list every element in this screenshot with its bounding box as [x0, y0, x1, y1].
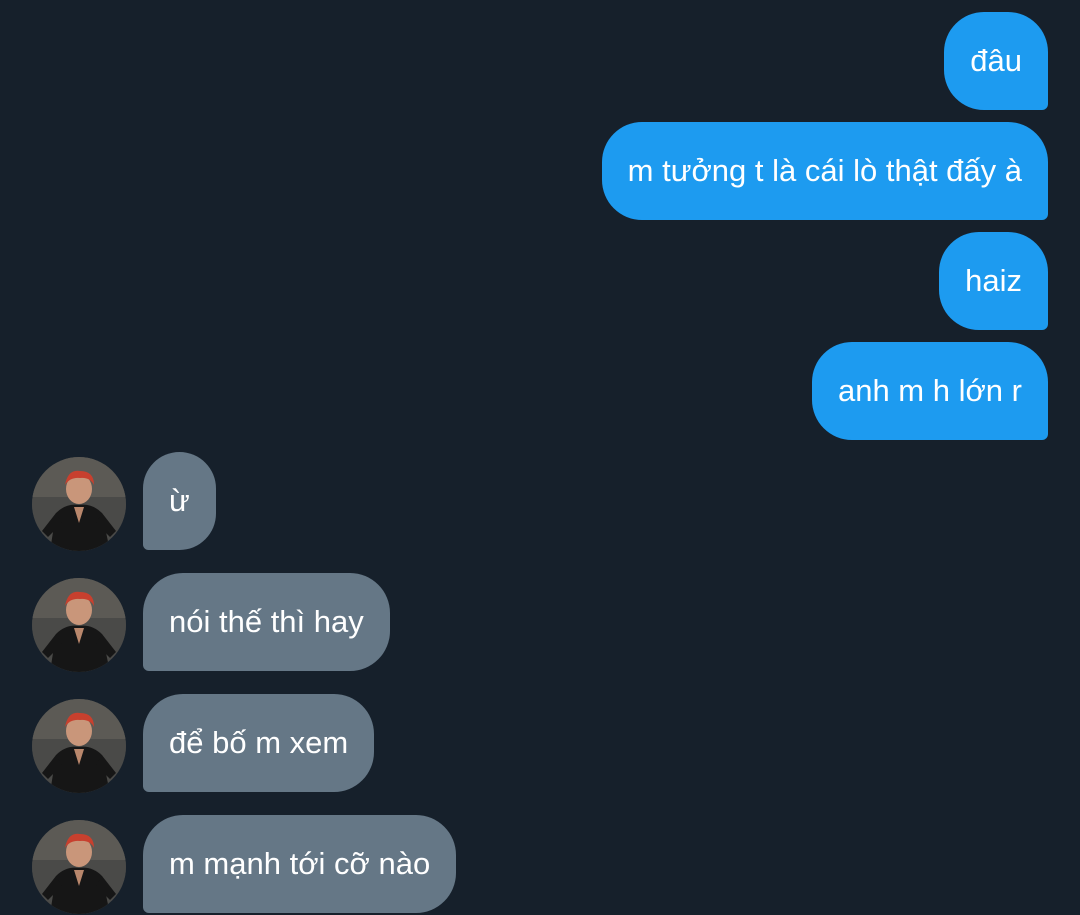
message-text: anh m h lớn r [837, 373, 1022, 408]
message-text: để bố m xem [169, 725, 349, 760]
message-text: nói thế thì hay [169, 604, 364, 639]
message-text: haiz [965, 263, 1022, 298]
message-text: m mạnh tới cỡ nào [169, 846, 431, 881]
incoming-message[interactable]: ừ [143, 452, 216, 550]
user-avatar-icon[interactable] [32, 457, 126, 551]
incoming-message[interactable]: m mạnh tới cỡ nào [143, 815, 457, 913]
user-avatar-icon[interactable] [32, 699, 126, 793]
outgoing-message[interactable]: đâu [944, 12, 1048, 110]
incoming-message[interactable]: nói thế thì hay [143, 573, 390, 671]
message-text: m tưởng t là cái lò thật đấy à [627, 153, 1022, 188]
message-thread: đâu m tưởng t là cái lò thật đấy à haiz … [0, 0, 1080, 915]
outgoing-message[interactable]: anh m h lớn r [811, 342, 1048, 440]
user-avatar-icon[interactable] [32, 578, 126, 672]
message-text: đâu [970, 43, 1022, 78]
message-text: ừ [169, 483, 190, 518]
outgoing-message[interactable]: m tưởng t là cái lò thật đấy à [601, 122, 1048, 220]
outgoing-message[interactable]: haiz [939, 232, 1048, 330]
incoming-message[interactable]: để bố m xem [143, 694, 375, 792]
user-avatar-icon[interactable] [32, 820, 126, 914]
